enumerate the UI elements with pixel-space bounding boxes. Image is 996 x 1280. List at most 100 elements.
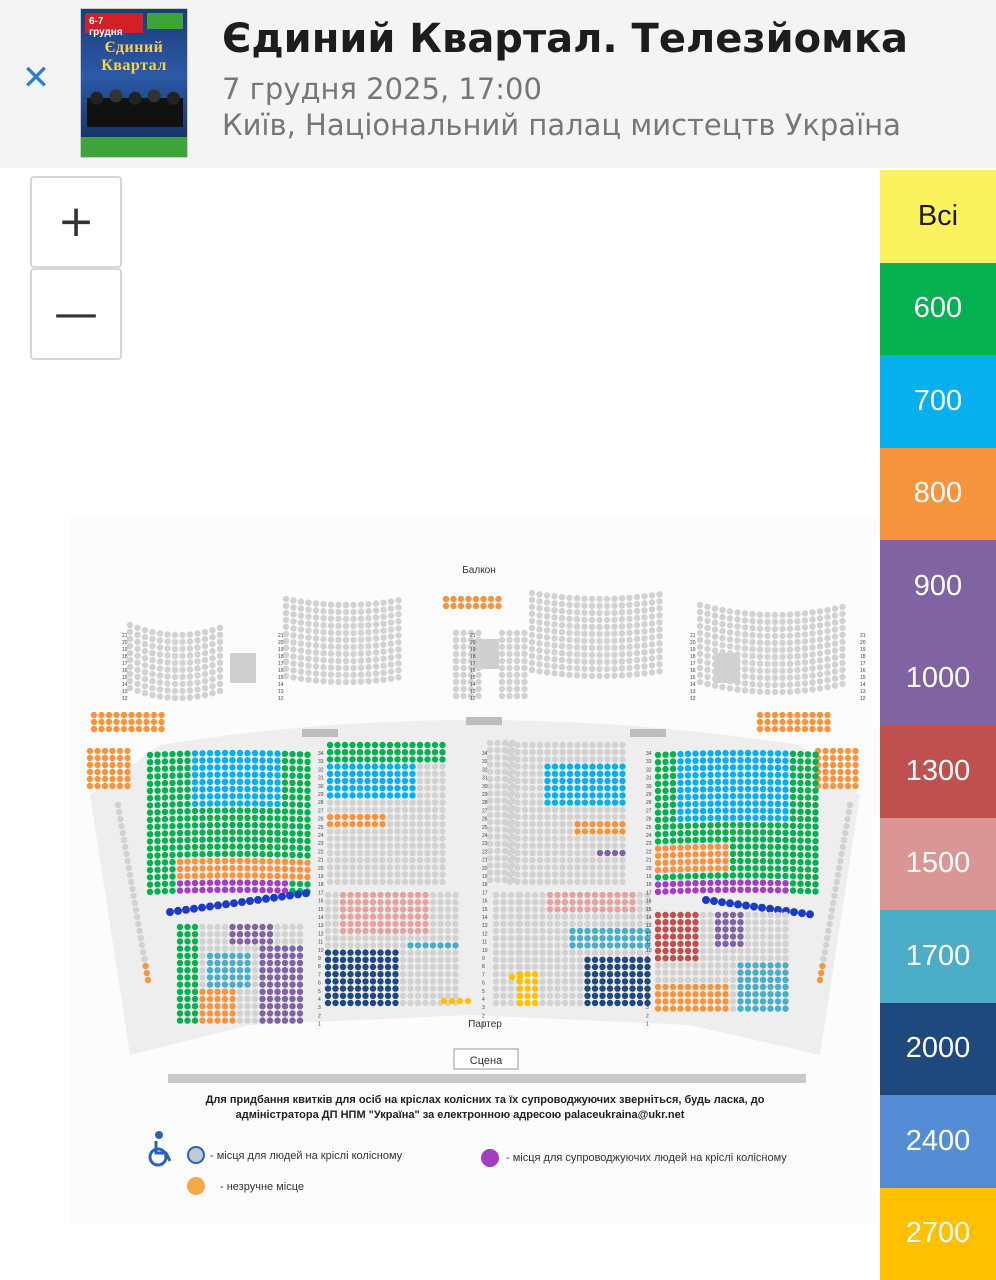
seat[interactable]: [452, 657, 460, 665]
seat[interactable]: [431, 741, 439, 749]
seat[interactable]: [621, 913, 629, 920]
seat[interactable]: [729, 785, 737, 793]
seat[interactable]: [199, 879, 206, 887]
seat[interactable]: [392, 927, 399, 935]
seat[interactable]: [559, 849, 566, 857]
seat[interactable]: [559, 821, 566, 828]
seat[interactable]: [782, 998, 789, 1005]
seat[interactable]: [692, 786, 699, 793]
seat[interactable]: [581, 857, 589, 864]
seat[interactable]: [506, 650, 513, 658]
seat[interactable]: [536, 770, 544, 777]
seat[interactable]: [251, 793, 259, 800]
seat[interactable]: [169, 858, 176, 866]
seat[interactable]: [281, 822, 289, 829]
seat[interactable]: [486, 761, 494, 768]
seat[interactable]: [429, 942, 437, 949]
seat[interactable]: [741, 638, 749, 645]
seat[interactable]: [524, 913, 531, 920]
seat[interactable]: [828, 906, 836, 914]
seat[interactable]: [221, 995, 229, 1003]
seat[interactable]: [654, 926, 662, 933]
seat[interactable]: [409, 763, 416, 770]
seat[interactable]: [574, 806, 581, 813]
seat[interactable]: [289, 758, 296, 765]
seat[interactable]: [494, 819, 501, 826]
seat[interactable]: [296, 938, 304, 945]
seat[interactable]: [486, 847, 494, 855]
seat[interactable]: [251, 1010, 259, 1017]
seat[interactable]: [692, 955, 699, 962]
seat[interactable]: [452, 992, 459, 999]
seat[interactable]: [611, 637, 618, 644]
seat[interactable]: [589, 777, 596, 785]
seat[interactable]: [221, 988, 229, 995]
seat[interactable]: [621, 956, 629, 963]
seat[interactable]: [289, 967, 296, 974]
seat[interactable]: [707, 793, 714, 800]
seat[interactable]: [214, 778, 221, 786]
seat[interactable]: [536, 756, 544, 763]
seat[interactable]: [566, 756, 574, 763]
seat[interactable]: [334, 849, 341, 857]
seat[interactable]: [221, 945, 229, 952]
seat[interactable]: [422, 927, 429, 935]
seat[interactable]: [764, 725, 771, 733]
seat[interactable]: [506, 692, 513, 700]
seat[interactable]: [752, 879, 759, 886]
seat[interactable]: [422, 935, 429, 942]
seat[interactable]: [206, 778, 214, 786]
seat[interactable]: [626, 636, 633, 643]
seat-map[interactable]: 21 21 21 21 21 20 20 20 20 20 19 19 19 19 19 18 18 18 18 18…: [70, 515, 878, 1223]
seat[interactable]: [514, 741, 521, 749]
seat[interactable]: [199, 850, 206, 858]
seat[interactable]: [362, 992, 369, 999]
seat[interactable]: [764, 674, 771, 682]
seat[interactable]: [439, 806, 446, 813]
seat[interactable]: [684, 779, 692, 786]
seat[interactable]: [154, 794, 161, 802]
seat[interactable]: [692, 858, 699, 865]
seat[interactable]: [244, 814, 251, 822]
seat[interactable]: [566, 878, 574, 885]
seat[interactable]: [399, 956, 407, 963]
seat[interactable]: [214, 850, 221, 858]
seat[interactable]: [656, 612, 663, 619]
seat[interactable]: [729, 962, 737, 969]
seat[interactable]: [599, 942, 606, 949]
seat[interactable]: [804, 751, 812, 758]
seat[interactable]: [407, 899, 414, 906]
seat[interactable]: [281, 844, 289, 851]
seat[interactable]: [618, 602, 626, 609]
seat[interactable]: [737, 962, 744, 969]
seat[interactable]: [266, 865, 274, 872]
seat[interactable]: [216, 680, 224, 687]
seat[interactable]: [636, 949, 644, 956]
price-filter-all[interactable]: Всі: [880, 170, 996, 263]
seat[interactable]: [296, 823, 304, 830]
seat[interactable]: [176, 844, 184, 851]
seat[interactable]: [335, 657, 342, 665]
seat[interactable]: [184, 945, 191, 952]
seat[interactable]: [184, 959, 191, 967]
seat[interactable]: [206, 1003, 214, 1010]
seat[interactable]: [244, 1010, 251, 1017]
seat[interactable]: [399, 899, 407, 906]
seat[interactable]: [395, 632, 402, 639]
seat[interactable]: [347, 956, 354, 963]
seat[interactable]: [437, 899, 444, 906]
seat[interactable]: [386, 878, 394, 885]
seat[interactable]: [442, 595, 450, 603]
seat[interactable]: [516, 973, 524, 981]
seat[interactable]: [169, 844, 176, 851]
seat[interactable]: [734, 686, 741, 693]
seat[interactable]: [119, 829, 126, 837]
seat[interactable]: [297, 675, 305, 682]
seat[interactable]: [654, 881, 662, 888]
seat[interactable]: [699, 969, 707, 976]
seat[interactable]: [214, 931, 221, 938]
seat[interactable]: [656, 633, 663, 640]
seat[interactable]: [809, 672, 816, 679]
seat[interactable]: [500, 942, 507, 949]
seat[interactable]: [779, 674, 786, 682]
